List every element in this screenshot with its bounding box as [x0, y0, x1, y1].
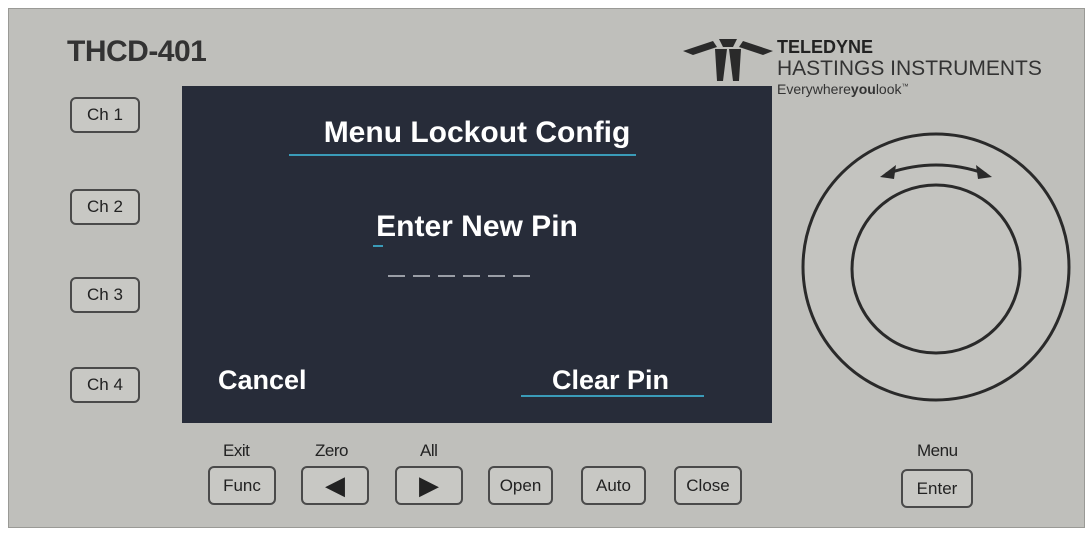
exit-label: Exit — [223, 441, 250, 460]
brand-division: HASTINGS INSTRUMENTS — [777, 57, 1042, 80]
rotary-knob[interactable] — [798, 129, 1074, 405]
pin-prompt: Enter New Pin — [376, 210, 578, 243]
pin-digit-2 — [413, 275, 430, 277]
enter-button[interactable]: Enter — [901, 469, 973, 508]
all-label: All — [420, 441, 438, 460]
right-arrow-icon: ▶ — [419, 470, 439, 500]
close-button[interactable]: Close — [674, 466, 742, 505]
channel-3-button[interactable]: Ch 3 — [70, 277, 140, 313]
pin-digit-4 — [463, 275, 480, 277]
right-arrow-button[interactable]: ▶ — [395, 466, 463, 505]
teledyne-logo-icon — [683, 39, 773, 81]
brand-tagline: Everywhereyoulook™ — [777, 81, 909, 97]
title-underline — [289, 154, 636, 156]
channel-2-button[interactable]: Ch 2 — [70, 189, 140, 225]
clear-pin-softkey[interactable]: Clear Pin — [552, 365, 669, 396]
func-button[interactable]: Func — [208, 466, 276, 505]
lcd-screen: Menu Lockout Config Enter New Pin Cancel… — [182, 86, 772, 423]
pin-digit-5 — [488, 275, 505, 277]
open-button[interactable]: Open — [488, 466, 553, 505]
screen-title: Menu Lockout Config — [323, 116, 631, 149]
pin-digit-1 — [388, 275, 405, 277]
tagline-part-3: look — [875, 81, 902, 97]
left-arrow-icon: ◀ — [325, 470, 345, 500]
tagline-tm: ™ — [901, 83, 909, 91]
channel-4-button[interactable]: Ch 4 — [70, 367, 140, 403]
pin-digit-6 — [513, 275, 530, 277]
left-arrow-button[interactable]: ◀ — [301, 466, 369, 505]
auto-button[interactable]: Auto — [581, 466, 646, 505]
pin-digit-3 — [438, 275, 455, 277]
model-label: THCD-401 — [67, 35, 207, 68]
brand-name: TELEDYNE — [777, 37, 874, 57]
device-front-panel: THCD-401 Ch 1 Ch 2 Ch 3 Ch 4 Menu Lockou… — [8, 8, 1085, 528]
text-cursor — [373, 245, 383, 247]
clear-pin-underline — [521, 395, 704, 397]
tagline-part-1: Everywhere — [777, 81, 851, 97]
cancel-softkey[interactable]: Cancel — [218, 365, 307, 396]
channel-1-button[interactable]: Ch 1 — [70, 97, 140, 133]
menu-label: Menu — [917, 441, 958, 460]
zero-label: Zero — [315, 441, 348, 460]
tagline-part-2: you — [850, 81, 876, 97]
